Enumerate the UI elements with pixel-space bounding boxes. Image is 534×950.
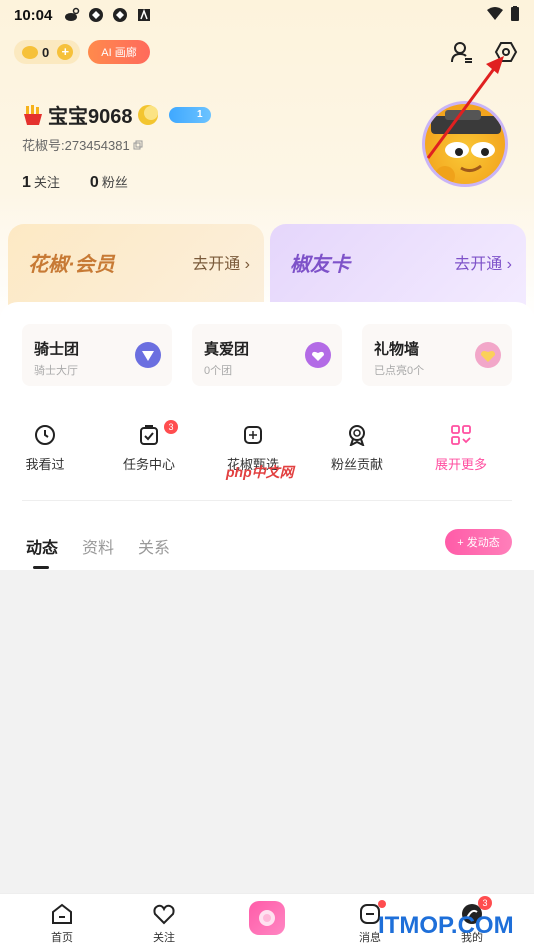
coin-icon — [22, 45, 38, 59]
copy-icon[interactable] — [133, 140, 143, 150]
clock-icon — [35, 425, 55, 445]
following-stat[interactable]: 1 关注 — [22, 172, 60, 192]
shortcut-history[interactable]: 我看过 — [2, 424, 88, 473]
watermark-itmop: ITMOP.COM — [378, 912, 514, 939]
task-badge: 3 — [164, 420, 178, 434]
medal-icon — [349, 425, 365, 446]
nav-home[interactable]: 首页 — [32, 902, 92, 945]
app-icon — [113, 8, 128, 22]
tab-feed[interactable]: 动态 — [26, 534, 58, 558]
ai-gallery-button[interactable]: AI 画廊 — [88, 40, 150, 64]
vip-card[interactable]: 花椒·会员 去开通 › — [8, 224, 264, 308]
user-switch-icon[interactable] — [450, 40, 474, 64]
feature-subtitle: 骑士大厅 — [34, 365, 78, 377]
profile-stats: 1 关注 0 粉丝 — [22, 172, 128, 192]
shortcut-label: 粉丝贡献 — [330, 457, 383, 472]
feature-gift-wall[interactable]: 礼物墙 已点亮0个 — [362, 324, 512, 386]
fans-stat[interactable]: 0 粉丝 — [90, 172, 128, 192]
vip-title: 花椒·会员 — [28, 254, 115, 276]
status-bar: 10:04 — [0, 0, 534, 30]
divider — [22, 500, 512, 501]
coin-balance[interactable]: 0 + — [14, 40, 80, 64]
status-time: 10:04 — [14, 6, 53, 24]
message-dot-badge — [378, 900, 386, 908]
tab-relations[interactable]: 关系 — [138, 534, 170, 558]
shortcut-more[interactable]: 展开更多 — [418, 424, 504, 473]
me-badge: 3 — [478, 896, 492, 910]
feature-knight-group[interactable]: 骑士团 骑士大厅 — [22, 324, 172, 386]
profile-name-row: 宝宝9068 1 — [22, 100, 211, 129]
post-feed-button[interactable]: + 发动态 — [445, 529, 512, 555]
feature-title: 礼物墙 — [374, 341, 420, 358]
jiaoyou-open-button[interactable]: 去开通 › — [454, 250, 512, 274]
recharge-icon[interactable]: + — [57, 44, 74, 60]
coin-count: 0 — [42, 44, 50, 60]
shortcut-label: 任务中心 — [122, 457, 175, 472]
nav-label: 首页 — [51, 932, 73, 944]
home-icon — [52, 903, 72, 924]
heart-icon — [153, 904, 175, 925]
grid-icon — [451, 425, 471, 445]
knight-icon — [135, 342, 161, 368]
battery-icon — [511, 6, 519, 21]
avatar[interactable] — [422, 101, 508, 187]
feature-true-love-group[interactable]: 真爱团 0个团 — [192, 324, 342, 386]
shortcut-task-center[interactable]: 任务中心 3 — [106, 420, 192, 473]
jiaoyou-card[interactable]: 椒友卡 去开通 › — [270, 224, 526, 308]
watermark-php: php中文网 — [226, 464, 294, 480]
profile-tabs: 动态 资料 关系 — [26, 534, 170, 558]
live-icon — [259, 910, 275, 926]
nav-label: 关注 — [153, 932, 175, 944]
fries-icon — [24, 104, 42, 125]
task-icon — [140, 425, 158, 445]
tab-profile-info[interactable]: 资料 — [82, 534, 114, 558]
wifi-icon — [487, 7, 503, 20]
gift-wall-icon — [475, 342, 501, 368]
love-group-icon — [305, 342, 331, 368]
feature-title: 真爱团 — [204, 341, 250, 358]
nav-follow[interactable]: 关注 — [134, 902, 194, 945]
a-icon — [138, 8, 151, 21]
feature-subtitle: 已点亮0个 — [374, 365, 425, 377]
main-panel: 骑士团 骑士大厅 真爱团 0个团 礼物墙 已点亮0个 我看过 任务中心 3 花椒… — [0, 302, 534, 570]
weibo-icon — [65, 7, 80, 21]
feature-subtitle: 0个团 — [204, 365, 233, 377]
user-id[interactable]: 花椒号:273454381 — [22, 135, 143, 154]
shortcut-fan-contribution[interactable]: 粉丝贡献 — [314, 424, 400, 473]
status-right — [486, 6, 520, 22]
select-icon — [244, 426, 262, 444]
tab-active-indicator — [33, 566, 49, 569]
app-icon — [89, 8, 104, 22]
shortcut-label: 我看过 — [25, 457, 65, 472]
feature-title: 骑士团 — [34, 341, 80, 358]
jiaoyou-title: 椒友卡 — [290, 254, 350, 276]
settings-icon[interactable] — [494, 40, 518, 64]
username: 宝宝9068 — [48, 106, 133, 128]
vip-open-button[interactable]: 去开通 › — [192, 250, 250, 274]
nav-live-button[interactable] — [249, 901, 285, 935]
shortcut-label: 展开更多 — [434, 457, 487, 472]
level-badge: 1 — [168, 106, 211, 123]
moon-badge-icon — [137, 104, 158, 125]
